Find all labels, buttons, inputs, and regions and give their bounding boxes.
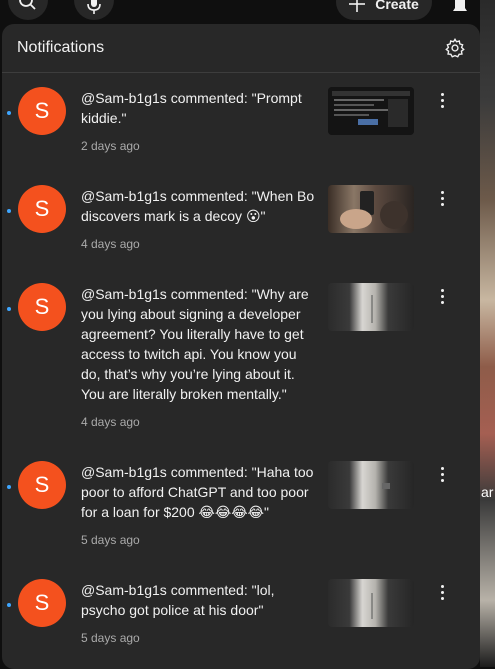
video-thumbnail[interactable] [328, 87, 414, 135]
avatar[interactable]: S [18, 185, 66, 233]
create-label: Create [375, 0, 419, 12]
notification-text: @Sam-b1g1s commented: "Why are you lying… [81, 286, 309, 402]
gear-icon[interactable] [444, 37, 466, 59]
unread-dot [7, 111, 11, 115]
search-button[interactable] [8, 0, 48, 20]
more-options-button[interactable] [432, 582, 452, 602]
avatar[interactable]: S [18, 461, 66, 509]
panel-title: Notifications [17, 39, 105, 56]
unread-dot [7, 603, 11, 607]
create-button[interactable]: Create [336, 0, 432, 20]
notification-text: @Sam-b1g1s commented: "Haha too poor to … [81, 464, 314, 520]
thumbnail-image [371, 295, 373, 323]
video-thumbnail[interactable] [328, 185, 414, 233]
notification-text: @Sam-b1g1s commented: "Prompt kiddie." [81, 90, 302, 126]
notification-text: @Sam-b1g1s commented: "lol, psycho got p… [81, 582, 275, 618]
video-thumbnail[interactable] [328, 461, 414, 509]
microphone-icon [87, 0, 101, 14]
notifications-panel: Notifications S @Sam-b1g1s commented: "P… [2, 24, 480, 669]
unread-dot [7, 485, 11, 489]
background-video-strip [480, 0, 495, 667]
more-options-button[interactable] [432, 464, 452, 484]
more-options-button[interactable] [432, 90, 452, 110]
unread-dot [7, 307, 11, 311]
thumbnail-image [371, 593, 373, 619]
video-thumbnail[interactable] [328, 283, 414, 331]
background-edge-text: ar [481, 484, 494, 500]
avatar[interactable]: S [18, 283, 66, 331]
notification-text: @Sam-b1g1s commented: "When Bo discovers… [81, 188, 315, 224]
more-options-button[interactable] [432, 188, 452, 208]
notification-time: 5 days ago [81, 533, 140, 547]
plus-icon [349, 0, 366, 12]
more-options-button[interactable] [432, 286, 452, 306]
avatar[interactable]: S [18, 579, 66, 627]
thumbnail-image [382, 483, 390, 489]
notification-time: 4 days ago [81, 237, 140, 251]
avatar[interactable]: S [18, 87, 66, 135]
notification-time: 2 days ago [81, 139, 140, 153]
notification-time: 5 days ago [81, 631, 140, 645]
bell-icon[interactable] [450, 0, 470, 14]
search-icon [19, 0, 36, 10]
video-thumbnail[interactable] [328, 579, 414, 627]
thumbnail-image [328, 87, 414, 135]
panel-header: Notifications [2, 24, 480, 73]
thumbnail-image [340, 191, 408, 229]
unread-dot [7, 209, 11, 213]
notification-time: 4 days ago [81, 415, 140, 429]
top-bar: Create [0, 0, 495, 22]
voice-search-button[interactable] [74, 0, 114, 20]
